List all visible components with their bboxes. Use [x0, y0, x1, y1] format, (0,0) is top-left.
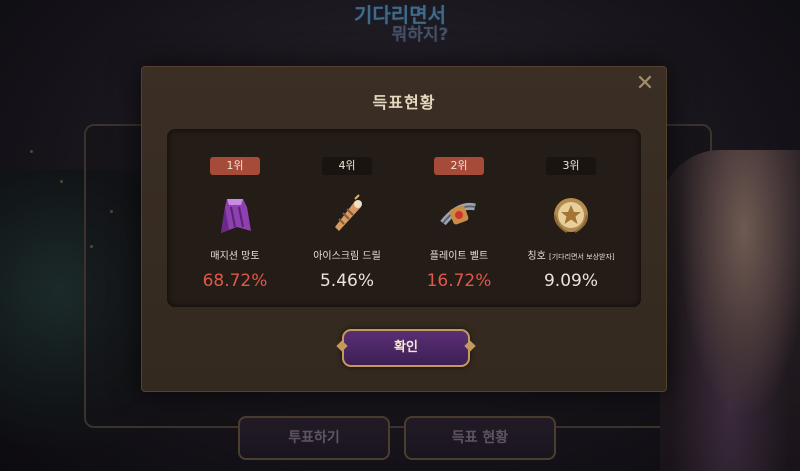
item-name: 매지션 망토	[210, 251, 260, 262]
cape-icon	[221, 199, 251, 233]
close-icon[interactable]: ✕	[634, 73, 656, 95]
vote-button[interactable]: 투표하기	[238, 416, 390, 460]
drill-icon	[335, 194, 362, 231]
belt-icon	[440, 202, 476, 226]
sparkle	[90, 245, 93, 248]
vote-status-modal: 득표현황 ✕ 1위 매지션 망토 68.72% 4위 아이스크림 드릴 5.46…	[141, 66, 667, 392]
item-name-extra: [기다리면서 보상받자]	[548, 253, 615, 261]
vote-status-button[interactable]: 득표 현황	[404, 416, 556, 460]
sparkle	[110, 210, 113, 213]
modal-title: 득표현황	[372, 93, 436, 112]
sparkle	[30, 150, 33, 153]
rank-badge: 2위	[434, 157, 484, 175]
result-item: 1위 매지션 망토 68.72%	[179, 129, 291, 307]
results-panel: 1위 매지션 망토 68.72% 4위 아이스크림 드릴 5.46% 2위 플레…	[167, 129, 641, 307]
item-percent: 68.72%	[202, 271, 268, 291]
result-item: 4위 아이스크림 드릴 5.46%	[291, 129, 403, 307]
sparkle	[60, 180, 63, 183]
item-name: 플레이트 벨트	[429, 251, 489, 262]
item-name: 아이스크림 드릴	[313, 251, 381, 262]
medal-icon	[554, 198, 588, 233]
logo-line2: 뭐하지?	[391, 25, 449, 45]
rank-badge: 4위	[322, 157, 372, 175]
rank-badge: 1위	[210, 157, 260, 175]
result-item: 3위 칭호 [기다리면서 보상받자] 9.09%	[515, 129, 627, 307]
event-logo: 기다리면서 뭐하지?	[340, 4, 460, 56]
item-percent: 9.09%	[543, 271, 598, 291]
logo-line1: 기다리면서	[354, 3, 446, 27]
item-name: 칭호 [기다리면서 보상받자]	[527, 251, 615, 262]
result-item: 2위 플레이트 벨트 16.72%	[403, 129, 515, 307]
item-percent: 16.72%	[426, 271, 492, 291]
rank-badge: 3위	[546, 157, 596, 175]
confirm-button[interactable]: 확인	[342, 329, 470, 367]
character-illustration	[660, 150, 800, 471]
item-percent: 5.46%	[319, 271, 374, 291]
